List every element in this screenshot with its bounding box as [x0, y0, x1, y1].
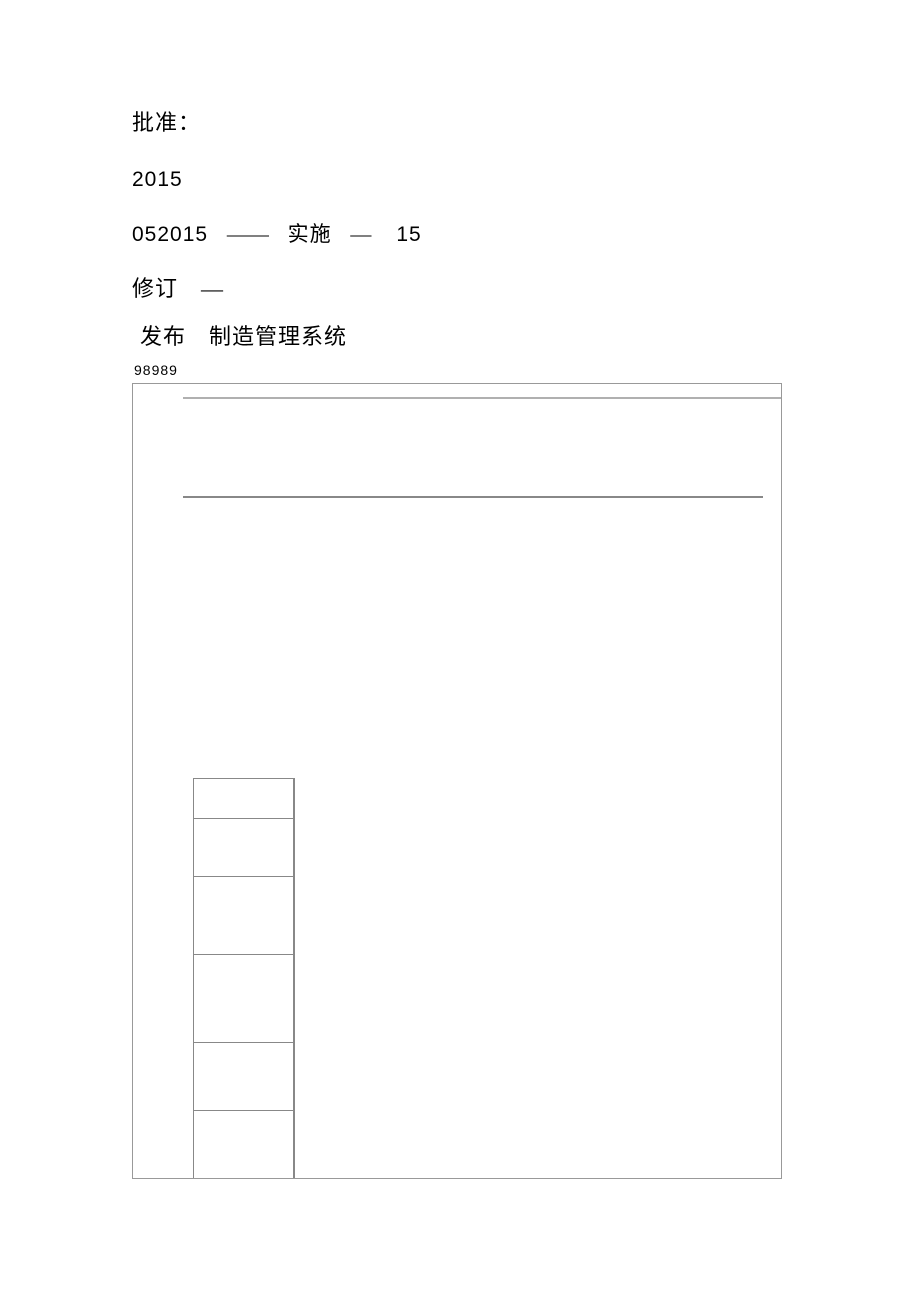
year-text: 2015 [132, 165, 788, 194]
table-row [194, 1110, 295, 1178]
number-15: 15 [396, 223, 421, 246]
table-row [194, 818, 295, 876]
code-number: 052015 [132, 223, 208, 246]
dash-single: — [350, 222, 371, 246]
publish-system-label: 发布 制造管理系统 [132, 322, 788, 353]
header-rule [183, 496, 763, 498]
top-rule [183, 397, 781, 399]
embedded-page [132, 383, 782, 1179]
form-table [193, 778, 295, 1179]
footer-number: 98989 [132, 361, 788, 381]
revision-label: 修订 — [132, 274, 788, 305]
table-row [194, 876, 295, 954]
implementation-line: 052015 —— 实施 — 15 [132, 220, 788, 249]
table-row [194, 778, 295, 818]
table-row [194, 954, 295, 1042]
implement-label: 实施 [288, 222, 332, 246]
approval-label: 批准： [132, 108, 788, 139]
table-row [194, 1042, 295, 1110]
dash-double: —— [227, 222, 269, 246]
